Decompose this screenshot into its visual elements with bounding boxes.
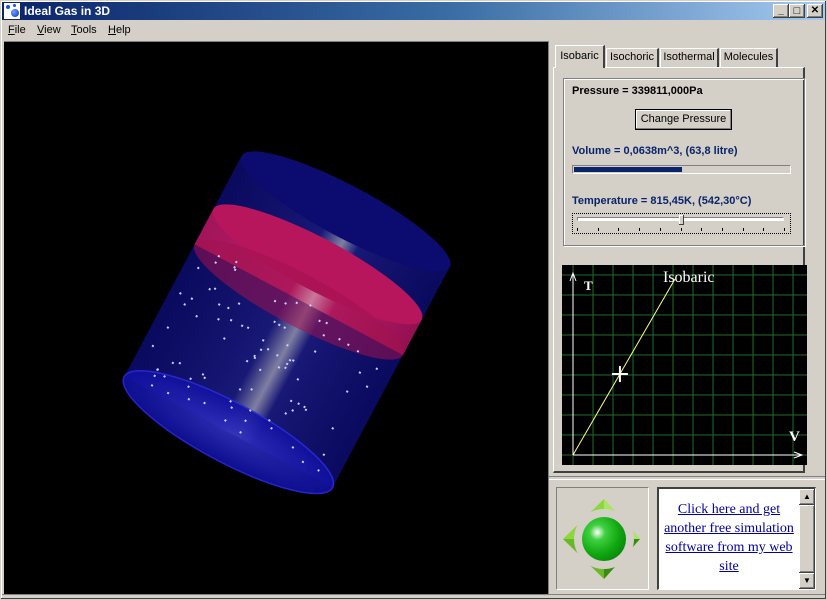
gas-cylinder-scene[interactable] [4,42,548,595]
volume-progress-fill [574,167,682,172]
window-title: Ideal Gas in 3D [24,4,111,18]
arrow-down-icon: ▼ [803,576,811,585]
graph-title: Isobaric [663,269,715,286]
slider-tick [618,228,619,231]
tv-diagram: Isobaric T V [562,265,807,465]
tab-isochoric[interactable]: Isochoric [606,48,659,67]
close-button[interactable]: ✕ [807,4,823,18]
pressure-label: Pressure = 339811,000Pa [572,85,703,97]
advert-link-box: Click here and get another free simulati… [657,487,816,590]
slider-tick [743,228,744,231]
scroll-up-button[interactable]: ▲ [799,489,815,505]
logo-panel[interactable] [556,487,649,590]
menu-tools[interactable]: Tools [71,24,97,36]
3d-viewport[interactable] [4,41,548,595]
menu-file[interactable]: File [8,24,26,36]
slider-tick [784,228,785,231]
slider-tick [681,228,682,231]
close-icon: ✕ [810,5,820,16]
isobar-line [572,278,676,456]
title-bar[interactable]: Ideal Gas in 3D _ □ ✕ [2,2,825,20]
scroll-down-button[interactable]: ▼ [799,573,815,589]
v-axis-label: V [789,429,800,445]
arrow-up-icon: ▲ [803,492,811,501]
vertical-scrollbar[interactable]: ▲ ▼ [799,489,815,589]
t-axis-label: T [584,278,593,293]
tab-molecules[interactable]: Molecules [720,48,778,67]
volume-label: Volume = 0,0638m^3, (63,8 litre) [572,145,738,157]
tab-isothermal[interactable]: Isothermal [660,48,719,67]
menu-view[interactable]: View [37,24,61,36]
tab-isobaric[interactable]: Isobaric [555,45,605,68]
slider-tick [701,228,702,231]
temperature-label: Temperature = 815,45K, (542,30°C) [572,195,752,207]
maximize-button[interactable]: □ [789,4,805,18]
graph-grid [562,265,807,465]
maximize-icon: □ [793,5,801,17]
slider-tick [639,228,640,231]
green-orb-logo-icon[interactable] [557,488,648,589]
volume-progress-bar [572,165,791,174]
slider-tick [722,228,723,231]
minimize-icon: _ [778,5,784,16]
minimize-button[interactable]: _ [773,4,789,18]
menu-bar: File View Tools Help [2,21,825,40]
slider-tick [598,228,599,231]
change-pressure-button[interactable]: Change Pressure [635,109,732,130]
slider-thumb[interactable] [679,215,684,225]
divider [549,476,825,480]
slider-tick [660,228,661,231]
slider-tick [577,228,578,231]
menu-help[interactable]: Help [108,24,131,36]
slider-tick [763,228,764,231]
scroll-thumb[interactable] [799,505,815,573]
temperature-slider[interactable] [572,213,791,234]
app-bubbles-icon[interactable] [4,3,20,19]
current-state-marker [611,366,628,383]
website-link[interactable]: Click here and get another free simulati… [659,500,799,576]
